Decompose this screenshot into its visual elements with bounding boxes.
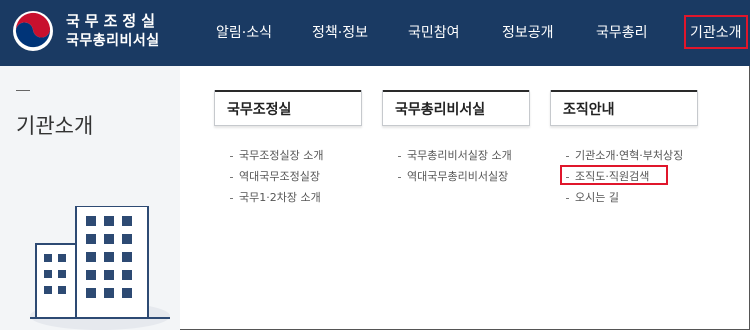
- nav-news[interactable]: 알림·소식: [216, 22, 272, 42]
- org-chart-highlight-box: [560, 165, 668, 185]
- menu-item[interactable]: 역대국무조정실장: [230, 168, 320, 184]
- nav-participation[interactable]: 국민참여: [408, 22, 460, 42]
- menu-heading-office-label: 국무조정실: [227, 102, 292, 118]
- menu-heading-organization-label: 조직안내: [563, 102, 615, 118]
- nav-about[interactable]: 기관소개: [684, 15, 748, 49]
- menu-item[interactable]: 국무총리비서실장 소개: [398, 147, 512, 163]
- title-dash: [16, 90, 30, 91]
- menu-heading-secretariat-label: 국무총리비서실: [395, 102, 486, 118]
- menu-item[interactable]: 국무조정실장 소개: [230, 147, 323, 163]
- menu-heading-secretariat[interactable]: 국무총리비서실: [382, 90, 530, 126]
- sidebar-panel: 기관소개: [0, 66, 180, 330]
- menu-heading-office[interactable]: 국무조정실: [214, 90, 362, 126]
- menu-item[interactable]: 국무1·2차장 소개: [230, 189, 321, 205]
- nav-disclosure[interactable]: 정보공개: [502, 22, 554, 42]
- menu-item[interactable]: 오시는 길: [566, 189, 619, 205]
- menu-item[interactable]: 기관소개·연혁·부처상징: [566, 147, 683, 163]
- brand-line-2[interactable]: 국무총리비서실: [66, 30, 160, 50]
- sidebar-title: 기관소개: [16, 114, 94, 138]
- nav-prime-minister[interactable]: 국무총리: [596, 22, 648, 42]
- menu-heading-organization[interactable]: 조직안내: [550, 90, 698, 126]
- menu-item[interactable]: 역대국무총리비서실장: [398, 168, 508, 184]
- nav-policy[interactable]: 정책·정보: [312, 22, 368, 42]
- site-header: 국무조정실 국무총리비서실 알림·소식 정책·정보 국민참여 정보공개 국무총리…: [0, 0, 750, 66]
- taegeuk-logo-icon[interactable]: [12, 10, 54, 52]
- building-illustration-icon: [30, 206, 170, 330]
- brand-line-1[interactable]: 국무조정실: [66, 10, 160, 31]
